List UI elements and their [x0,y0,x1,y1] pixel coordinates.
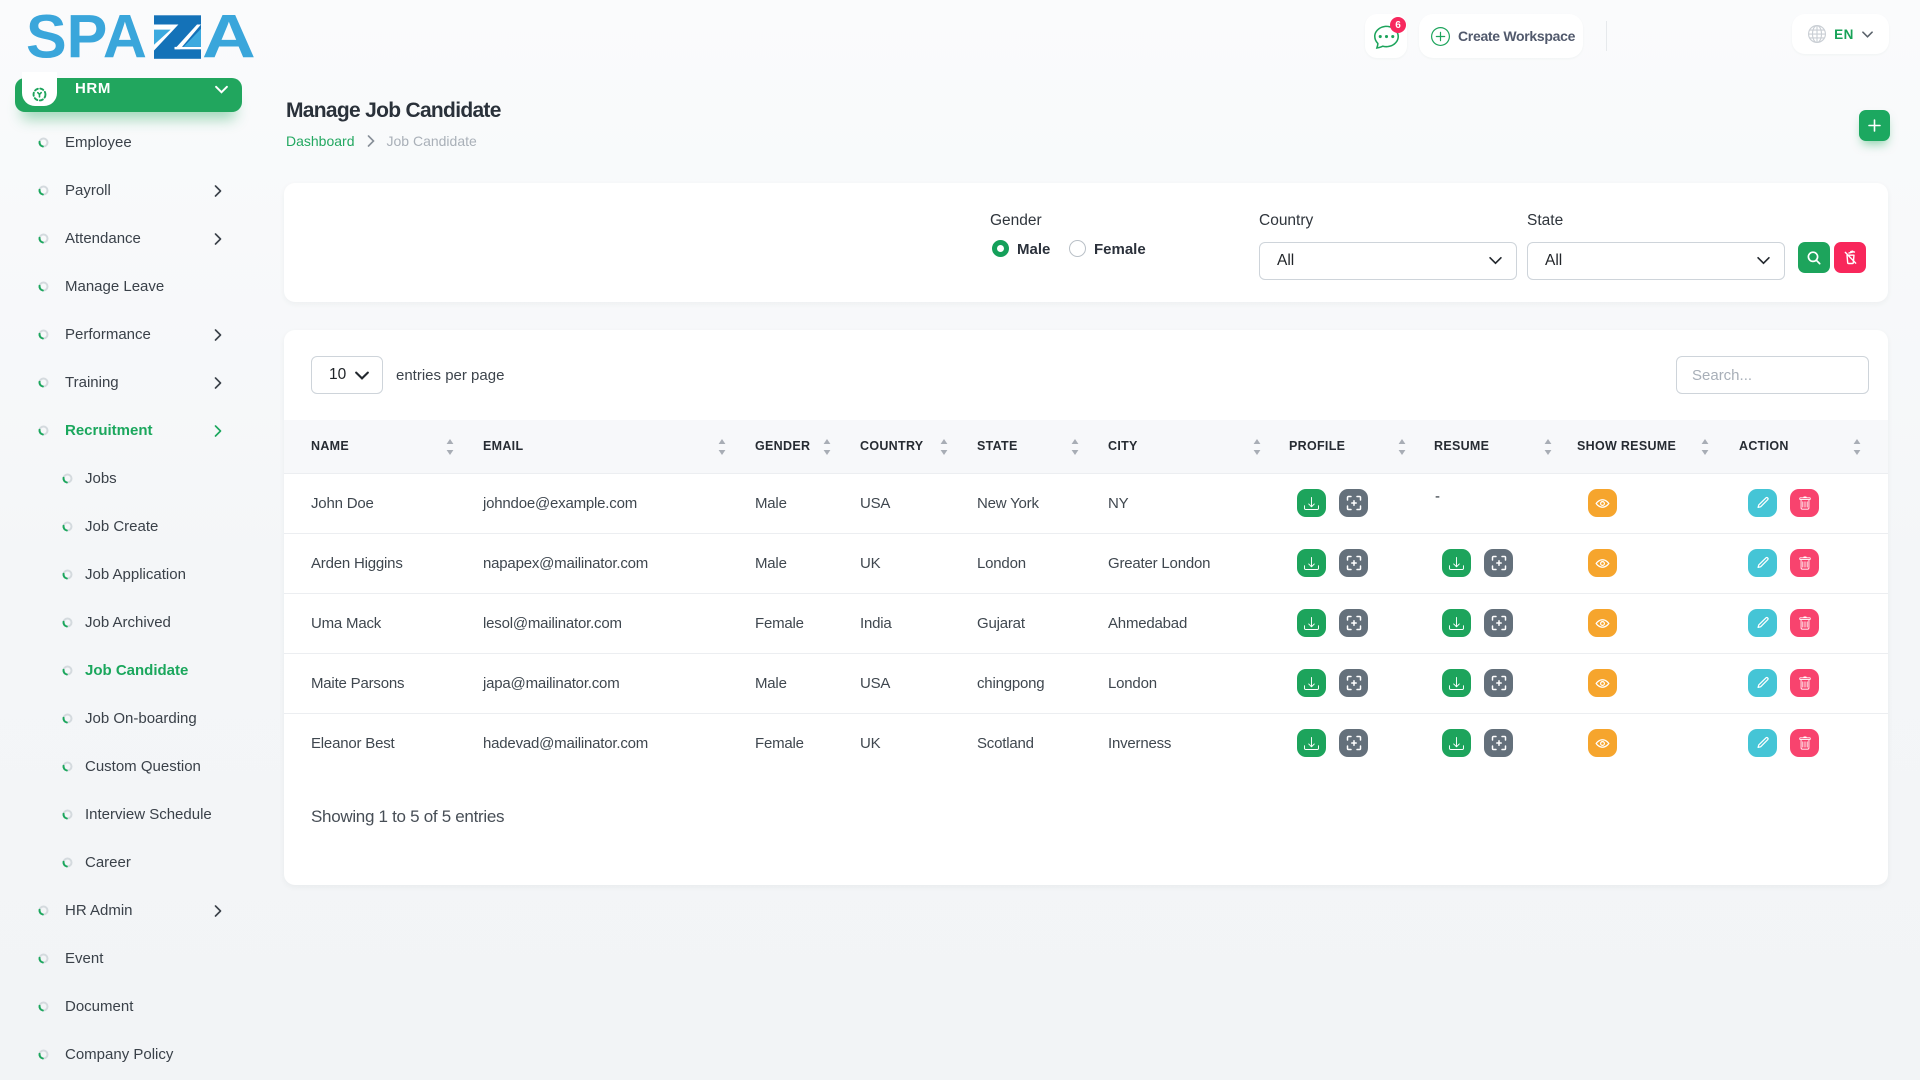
svg-text:A: A [202,13,256,63]
svg-text:SPA: SPA [27,13,147,63]
